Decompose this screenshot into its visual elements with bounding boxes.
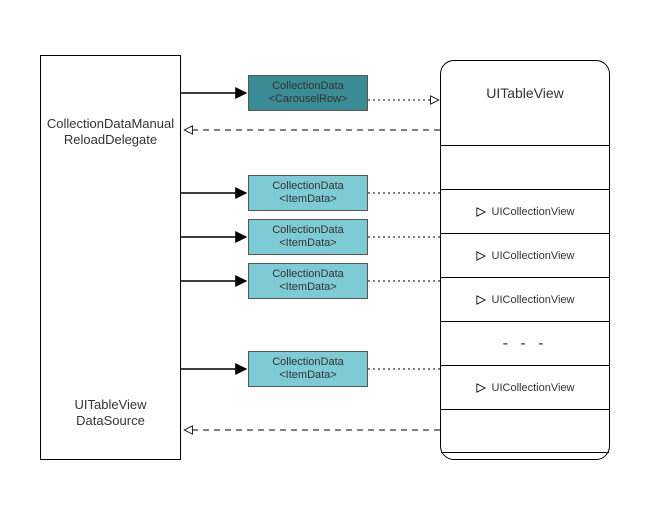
cd1-l2: <ItemData>	[279, 193, 336, 205]
diagram-canvas: CollectionDataManual ReloadDelegate UITa…	[0, 0, 656, 506]
tablerow-blank-bottom	[441, 409, 609, 453]
row-dots-label: - - -	[503, 335, 548, 353]
cd2-l1: CollectionData	[272, 224, 344, 236]
tablerow-ellipsis: - - -	[441, 321, 609, 365]
collectiondata-item-3: CollectionData <ItemData>	[248, 263, 368, 299]
tablerow-cv-1: UICollectionView	[441, 189, 609, 233]
row-cv2-label: UICollectionView	[492, 250, 575, 262]
tablerow-blank-top	[441, 145, 609, 189]
row-arrow-icon	[476, 251, 486, 261]
delegate-top-l1: CollectionDataManual	[47, 116, 174, 131]
cd2-l2: <ItemData>	[279, 237, 336, 249]
row-cv3-label: UICollectionView	[492, 294, 575, 306]
cd3-l1: CollectionData	[272, 268, 344, 280]
collectiondata-item-2: CollectionData <ItemData>	[248, 219, 368, 255]
cd4-l2: <ItemData>	[279, 369, 336, 381]
cd0-l2: <CarouselRow>	[269, 93, 348, 105]
cd0-l1: CollectionData	[272, 80, 344, 92]
delegate-bot-l1: UITableView	[74, 397, 146, 412]
row-cv4-label: UICollectionView	[492, 382, 575, 394]
row-arrow-icon	[476, 295, 486, 305]
cd4-l1: CollectionData	[272, 356, 344, 368]
collectiondata-item-1: CollectionData <ItemData>	[248, 175, 368, 211]
tablerow-cv-4: UICollectionView	[441, 365, 609, 409]
row-cv1-label: UICollectionView	[492, 206, 575, 218]
uitableview-box: UITableView UICollectionView UICollectio…	[440, 60, 610, 460]
delegate-box: CollectionDataManual ReloadDelegate UITa…	[40, 55, 181, 460]
delegate-label-bottom: UITableView DataSource	[41, 397, 180, 430]
tablerow-cv-3: UICollectionView	[441, 277, 609, 321]
cd3-l2: <ItemData>	[279, 281, 336, 293]
row-arrow-icon	[476, 207, 486, 217]
uitableview-title: UITableView	[441, 85, 609, 101]
collectiondata-item-4: CollectionData <ItemData>	[248, 351, 368, 387]
collectiondata-carouselrow: CollectionData <CarouselRow>	[248, 75, 368, 111]
delegate-label-top: CollectionDataManual ReloadDelegate	[41, 116, 180, 149]
delegate-bot-l2: DataSource	[76, 413, 145, 428]
delegate-top-l2: ReloadDelegate	[64, 132, 157, 147]
tablerow-cv-2: UICollectionView	[441, 233, 609, 277]
row-arrow-icon	[476, 383, 486, 393]
cd1-l1: CollectionData	[272, 180, 344, 192]
